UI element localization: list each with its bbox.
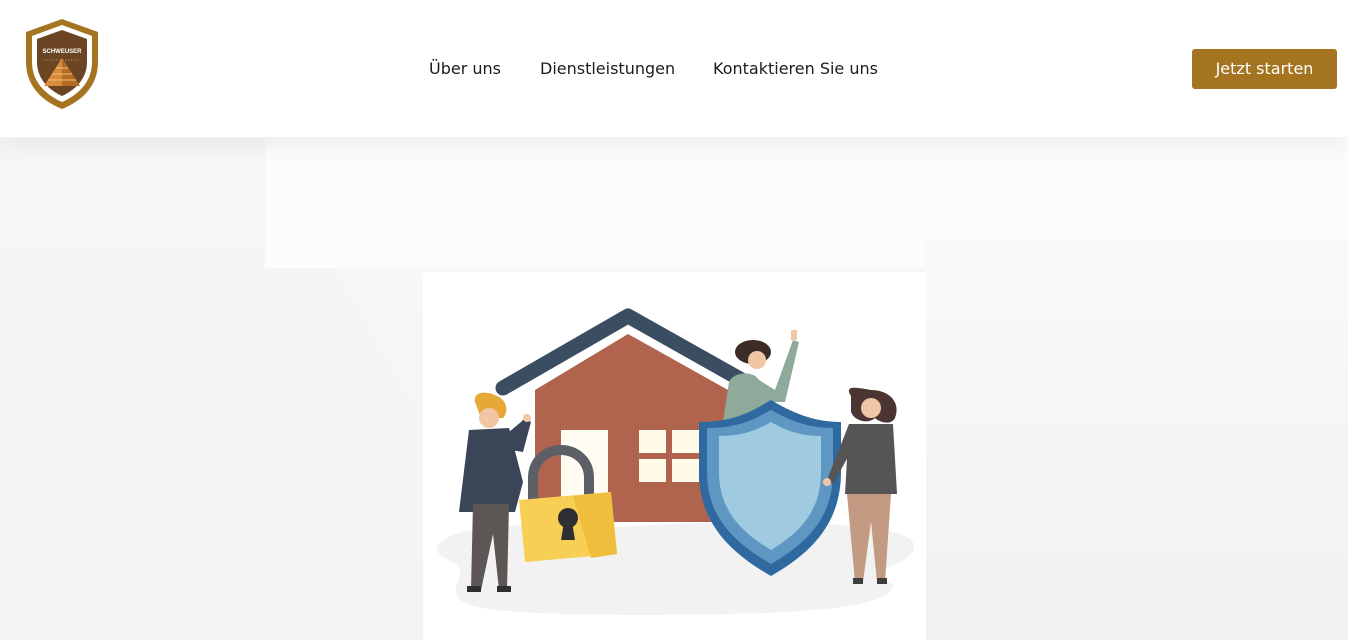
get-started-button[interactable]: Jetzt starten bbox=[1192, 49, 1337, 89]
page: SCHWEUSER Über uns Dienstleistungen Kont… bbox=[0, 0, 1348, 640]
hero-illustration bbox=[423, 272, 926, 640]
background-panel-right bbox=[925, 240, 1348, 640]
main-nav: Über uns Dienstleistungen Kontaktieren S… bbox=[0, 57, 1348, 81]
svg-text:SCHWEUSER: SCHWEUSER bbox=[42, 49, 82, 55]
home-security-illustration-icon bbox=[436, 308, 915, 615]
nav-link-services[interactable]: Dienstleistungen bbox=[540, 57, 675, 81]
nav-link-about[interactable]: Über uns bbox=[429, 57, 501, 81]
nav-link-contact[interactable]: Kontaktieren Sie uns bbox=[713, 57, 878, 81]
site-header: SCHWEUSER Über uns Dienstleistungen Kont… bbox=[0, 0, 1348, 137]
